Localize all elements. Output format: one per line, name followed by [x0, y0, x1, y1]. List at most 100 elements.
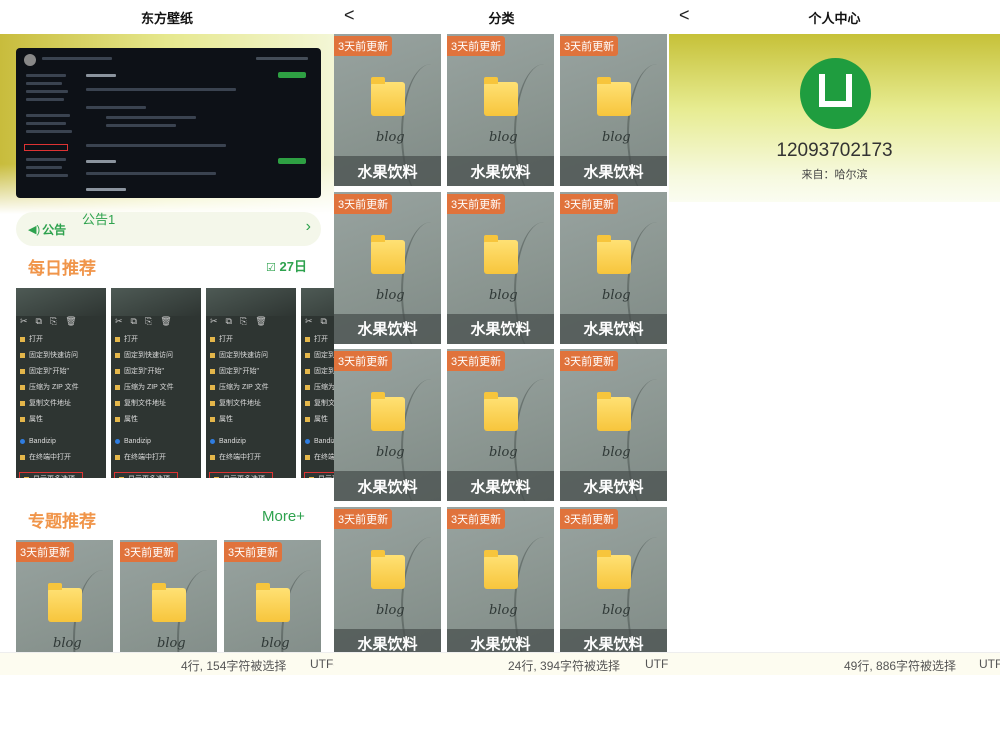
tile-word: blog: [261, 636, 290, 651]
category-item[interactable]: 3天前更新 blog 水果饮料: [447, 34, 554, 186]
daily-title: 每日推荐: [28, 259, 96, 278]
category-item[interactable]: 3天前更新 blog 水果饮料: [334, 191, 441, 344]
context-menu-item: 打开: [16, 332, 106, 346]
daily-thumbnail[interactable]: ✂⧉⎘🗑 打开固定到快速访问固定到"开始" 压缩为 ZIP 文件复制文件地址属性 Ba…: [111, 288, 201, 478]
folder-tile[interactable]: 3天前更新 blog 水果饮料: [447, 191, 554, 344]
topic-cards: 3天前更新 blog 3天前更新 blog 3天前更新 blog: [16, 540, 334, 652]
menu-icon: [20, 384, 25, 390]
menu-item-label: 属性: [219, 416, 233, 423]
folder-tile[interactable]: 3天前更新 blog 水果饮料: [560, 191, 667, 344]
folder-tile[interactable]: 3天前更新 blog 水果饮料: [560, 506, 667, 652]
daily-thumbnail[interactable]: ✂⧉⎘🗑 打开固定到快速访问固定到"开始" 压缩为 ZIP 文件复制文件地址属性 Ba…: [301, 288, 334, 478]
menu-icon: [20, 336, 25, 342]
toolbar-icons: ✂⧉⎘🗑: [115, 316, 172, 326]
context-menu-item: 固定到快速访问: [206, 348, 296, 362]
category-item[interactable]: 3天前更新 blog 水果饮料: [560, 506, 667, 652]
announcement-text: 公告1: [82, 212, 116, 227]
menu-icon: [119, 476, 124, 478]
back-icon[interactable]: <: [679, 5, 690, 26]
folder-tile[interactable]: 3天前更新 blog 水果饮料: [334, 506, 441, 652]
tile-word: blog: [489, 445, 518, 460]
profile-navbar: < 个人中心: [669, 0, 1000, 34]
folder-tile[interactable]: 3天前更新 blog 水果饮料: [334, 191, 441, 344]
toolbar-icons: ✂⧉⎘🗑: [20, 316, 77, 326]
folder-tile[interactable]: 3天前更新 blog 水果饮料: [334, 349, 441, 501]
folder-tile[interactable]: 3天前更新 blog 水果饮料: [447, 34, 554, 186]
category-item[interactable]: 3天前更新 blog 水果饮料: [334, 506, 441, 652]
category-item[interactable]: 3天前更新 blog 水果饮料: [560, 191, 667, 344]
update-badge: 3天前更新: [120, 542, 179, 562]
folder-tile[interactable]: 3天前更新 blog 水果饮料: [560, 349, 667, 501]
context-menu-item: 固定到快速访问: [301, 348, 334, 362]
menu-item-label: 显示更多选项: [33, 474, 75, 478]
back-icon[interactable]: <: [344, 5, 355, 26]
folder-tile[interactable]: 3天前更新 blog: [120, 540, 217, 652]
menu-item-label: Bandizip: [314, 437, 334, 445]
menu-icon: [115, 384, 120, 390]
tile-caption: 水果饮料: [334, 313, 441, 344]
status-bar: 24行, 394字符被选择 UTF: [334, 652, 669, 675]
category-item[interactable]: 3天前更新 blog 水果饮料: [447, 506, 554, 652]
menu-item-label: 压缩为 ZIP 文件: [124, 384, 174, 391]
menu-icon: [115, 352, 120, 358]
folder-tile[interactable]: 3天前更新 blog: [16, 540, 113, 652]
category-grid: 3天前更新 blog 水果饮料 3天前更新 blog 水果饮料 3天前更新 blog 水果饮料 3…: [334, 34, 669, 652]
announcement-bar[interactable]: ◀) 公告 公告1 ›: [16, 212, 321, 246]
profile-panel: < 个人中心 12093702173 来自：哈尔滨 49行, 886字符被选择 …: [669, 0, 1000, 675]
menu-icon: [214, 476, 219, 478]
context-menu-item: 复制文件地址: [16, 396, 106, 410]
menu-item-label: 复制文件地址: [124, 400, 166, 407]
tile-caption: 水果饮料: [334, 156, 441, 186]
category-item[interactable]: 3天前更新 blog 水果饮料: [447, 349, 554, 501]
menu-icon: [305, 438, 310, 444]
menu-icon: [210, 336, 215, 342]
category-navbar: < 分类: [334, 0, 669, 34]
context-menu-item: 固定到快速访问: [111, 348, 201, 362]
category-item[interactable]: 3天前更新 blog 水果饮料: [334, 349, 441, 501]
menu-item-label: 打开: [219, 336, 233, 343]
category-item[interactable]: 3天前更新 blog 水果饮料: [560, 349, 667, 501]
folder-icon: [484, 392, 518, 431]
folder-tile[interactable]: 3天前更新 blog 水果饮料: [447, 506, 554, 652]
category-panel: < 分类 3天前更新 blog 水果饮料 3天前更新 blog 水果饮料 3天前更新 blog…: [334, 0, 669, 675]
daily-thumbnail[interactable]: ✂⧉⎘🗑 打开固定到快速访问固定到"开始" 压缩为 ZIP 文件复制文件地址属性 Ba…: [206, 288, 296, 478]
tile-word: blog: [376, 287, 405, 303]
update-badge: 3天前更新: [334, 351, 393, 371]
topic-card[interactable]: 3天前更新 blog: [224, 540, 321, 652]
context-menu-item: 复制文件地址: [111, 396, 201, 410]
menu-icon: [20, 400, 25, 406]
update-badge: 3天前更新: [334, 508, 393, 529]
profile-title: 个人中心: [808, 10, 861, 26]
daily-thumbnails: ✂ ⧉ ⎘ 🗑 打开 固定到快速访问 固定到"开始" 压缩为 ZIP 文件 复制文件地址 属性 Ba…: [16, 288, 334, 478]
context-menu-item: 在终端中打开: [206, 450, 296, 464]
folder-tile[interactable]: 3天前更新 blog 水果饮料: [447, 349, 554, 501]
menu-item-label: 压缩为 ZIP 文件: [29, 384, 79, 391]
avatar[interactable]: [800, 58, 871, 129]
menu-item-label: 固定到"开始": [124, 368, 164, 375]
menu-item-label: 固定到"开始": [29, 368, 69, 375]
more-link[interactable]: More+: [262, 508, 305, 525]
folder-tile[interactable]: 3天前更新 blog: [224, 540, 321, 652]
banner-carousel[interactable]: [0, 34, 334, 214]
topic-card[interactable]: 3天前更新 blog: [120, 540, 217, 652]
user-id: 12093702173: [776, 140, 893, 161]
menu-icon: [115, 416, 120, 422]
banner-image[interactable]: [16, 48, 321, 198]
menu-item-label: 显示更多选项: [223, 474, 265, 478]
context-menu-item: 在终端中打开: [111, 450, 201, 464]
category-item[interactable]: 3天前更新 blog 水果饮料: [447, 191, 554, 344]
folder-icon: [597, 77, 631, 116]
chevron-right-icon[interactable]: ›: [306, 218, 311, 236]
toolbar-icons: ✂⧉⎘🗑: [305, 316, 327, 326]
announcement-label: 公告: [42, 222, 67, 237]
context-menu-item: 固定到快速访问: [16, 348, 106, 362]
update-badge: 3天前更新: [560, 193, 619, 214]
category-item[interactable]: 3天前更新 blog 水果饮料: [334, 34, 441, 186]
menu-item-label: 打开: [124, 336, 138, 343]
category-item[interactable]: 3天前更新 blog 水果饮料: [560, 34, 667, 186]
menu-item-label: Bandizip: [29, 437, 56, 445]
topic-card[interactable]: 3天前更新 blog: [16, 540, 113, 652]
daily-thumbnail[interactable]: ✂⧉⎘🗑 打开固定到快速访问固定到"开始" 压缩为 ZIP 文件复制文件地址属性 Ba…: [16, 288, 106, 478]
folder-tile[interactable]: 3天前更新 blog 水果饮料: [560, 34, 667, 186]
folder-tile[interactable]: 3天前更新 blog 水果饮料: [334, 34, 441, 186]
